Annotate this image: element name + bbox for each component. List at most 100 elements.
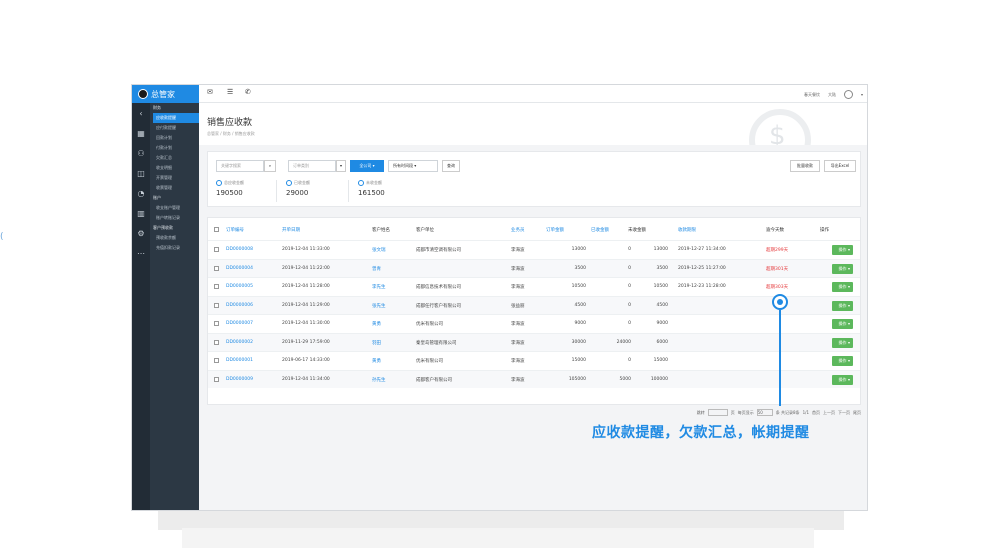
order-amount: 15000 — [571, 358, 586, 363]
shadow — [182, 528, 814, 548]
order-type-select[interactable]: 订单类别 — [288, 160, 336, 172]
row-checkbox[interactable] — [214, 302, 219, 308]
menu-group[interactable]: 财务 — [150, 103, 199, 113]
chevron-down-icon: ▾ — [848, 247, 851, 252]
list-icon[interactable]: ☰ — [227, 88, 233, 96]
gear-icon[interactable]: ⚙ — [132, 223, 150, 243]
sidebar: 总管家 ‹ ▦ ⚇ ◫ ◔ ▥ ⚙ ⋯ 财务 应收款提醒 应付款提醒 回款计划 付款计划… — [132, 85, 199, 510]
export-excel-button[interactable]: 导出Excel — [824, 160, 856, 172]
unreceived-amount: 13000 — [653, 247, 668, 252]
customer-name[interactable]: 黄勇 — [372, 358, 381, 364]
row-checkbox[interactable] — [214, 247, 219, 252]
goto-input[interactable] — [707, 409, 728, 416]
order-id-link[interactable]: DD0000001 — [226, 358, 253, 363]
customer-company: 成都客户有限公司 — [416, 377, 452, 383]
menu-item[interactable]: 收支明细 — [150, 163, 199, 173]
company-select[interactable]: 全公司 ▾ — [350, 160, 384, 172]
customer-name[interactable]: 孙先生 — [372, 377, 386, 383]
customer-name[interactable]: 黄勇 — [372, 321, 381, 327]
stat-received: 已收金额 29000 — [286, 180, 310, 202]
query-button[interactable]: 查询 — [442, 160, 460, 172]
stat-value: 29000 — [286, 189, 309, 197]
order-amount: 13000 — [571, 247, 586, 252]
menu-group[interactable]: 客户预收款 — [150, 223, 199, 233]
order-id-link[interactable]: DD0000005 — [226, 284, 253, 289]
prev-page-link[interactable]: 上一页 — [823, 410, 835, 416]
more-icon[interactable]: ⋯ — [132, 243, 150, 263]
clock-icon[interactable]: ◔ — [132, 183, 150, 203]
column-header[interactable]: 开单日期 — [282, 227, 300, 233]
row-checkbox[interactable] — [214, 358, 219, 363]
column-header[interactable]: 收款期限 — [678, 227, 696, 233]
row-checkbox[interactable] — [214, 321, 219, 326]
menu-item[interactable]: 充值扣款记录 — [150, 243, 199, 253]
menu-item[interactable]: 应付款提醒 — [150, 123, 199, 133]
bar-chart-icon[interactable]: ▥ — [132, 203, 150, 223]
keyword-input[interactable]: 关键字搜索 — [216, 160, 264, 172]
order-id-link[interactable]: DD0000009 — [226, 377, 253, 382]
order-amount: 3500 — [574, 265, 586, 271]
customer-name[interactable]: 张先生 — [372, 303, 386, 309]
menu-item[interactable]: 付款计划 — [150, 143, 199, 153]
menu-item[interactable]: 账户转账记录 — [150, 213, 199, 223]
phone-icon[interactable]: ✆ — [245, 88, 251, 96]
divider — [348, 180, 349, 202]
language[interactable]: 大陆 — [828, 92, 836, 98]
menu-item[interactable]: 开票管理 — [150, 173, 199, 183]
chevron-down-icon[interactable]: ▾ — [336, 160, 346, 172]
row-checkbox[interactable] — [214, 284, 219, 289]
chevron-down-icon[interactable]: ▾ — [861, 92, 863, 97]
column-header[interactable]: 订单金额 — [546, 227, 564, 233]
row-checkbox[interactable] — [214, 265, 219, 271]
row-checkbox[interactable] — [214, 376, 219, 382]
menu-group[interactable]: 账户 — [150, 193, 199, 203]
table-row: DD0000004 2019-12-04 11:22:00 曾青 李海波 3500 0 35… — [208, 258, 860, 277]
order-date: 2019-12-04 11:28:00 — [282, 284, 330, 289]
user-name[interactable]: 春天餐饮 — [804, 92, 820, 98]
search-icon[interactable]: ⌕ — [264, 160, 276, 172]
customer-name[interactable]: 李先生 — [372, 284, 386, 290]
mail-icon[interactable]: ✉ — [207, 88, 213, 96]
select-all-checkbox[interactable] — [214, 227, 219, 232]
menu-item[interactable]: 预收款余额 — [150, 233, 199, 243]
menu-item[interactable]: 回款计划 — [150, 133, 199, 143]
brand[interactable]: 总管家 — [132, 85, 199, 103]
column-header[interactable]: 订单编号 — [226, 227, 244, 233]
customer-name[interactable]: 羽田 — [372, 340, 381, 346]
chart-icon[interactable]: ◫ — [132, 163, 150, 183]
batch-collect-button[interactable]: 批量收款 — [790, 160, 820, 172]
table-row: DD0000002 2019-11-29 17:59:00 羽田 秦皇岛管理有限公司 李… — [208, 332, 860, 351]
customer-name[interactable]: 张文瑞 — [372, 247, 386, 253]
globe-icon[interactable] — [843, 90, 853, 99]
period-select[interactable]: 所有时间段 ▾ — [388, 160, 438, 172]
first-page-link[interactable]: 首页 — [812, 410, 820, 416]
app-window: 总管家 ‹ ▦ ⚇ ◫ ◔ ▥ ⚙ ⋯ 财务 应收款提醒 应付款提醒 回款计划 付款计划… — [131, 84, 868, 511]
column-header[interactable]: 已收金额 — [591, 227, 609, 233]
order-id-link[interactable]: DD0000004 — [226, 266, 253, 271]
order-id-link[interactable]: DD0000002 — [226, 340, 253, 345]
receivables-table: 订单编号 开单日期 客户姓名 客户单位 业务员 订单金额 已收金额 未收金额 收款期限 逾今天数 操… — [207, 217, 861, 405]
calendar-icon[interactable]: ▦ — [132, 123, 150, 143]
column-header[interactable]: 业务员 — [511, 227, 525, 233]
order-id-link[interactable]: DD0000006 — [226, 303, 253, 308]
period-label: 所有时间段 — [393, 163, 413, 168]
order-id-link[interactable]: DD0000007 — [226, 321, 253, 326]
row-checkbox[interactable] — [214, 339, 219, 345]
users-icon[interactable]: ⚇ — [132, 143, 150, 163]
unreceived-amount: 6000 — [656, 339, 668, 345]
chevron-left-icon[interactable]: ‹ — [132, 103, 150, 123]
next-page-link[interactable]: 下一页 — [838, 410, 850, 416]
table-row: DD0000008 2019-12-04 11:33:00 张文瑞 成都市清空调有限公… — [208, 240, 860, 259]
menu-item[interactable]: 收票管理 — [150, 183, 199, 193]
menu-item[interactable]: 欠款汇总 — [150, 153, 199, 163]
menu-item[interactable]: 收支账户管理 — [150, 203, 199, 213]
customer-company: 成都市清空调有限公司 — [416, 248, 461, 253]
table-row: DD0000006 2019-12-04 11:29:00 张先生 成都任行客户有限公… — [208, 295, 860, 314]
callout-line — [779, 310, 781, 406]
per-page-select[interactable]: 50 — [756, 409, 773, 416]
last-page-link[interactable]: 尾页 — [853, 410, 861, 416]
menu-item[interactable]: 应收款提醒 — [153, 113, 199, 123]
customer-name[interactable]: 曾青 — [372, 266, 381, 272]
order-id-link[interactable]: DD0000008 — [226, 247, 253, 252]
chevron-down-icon: ▾ — [848, 321, 851, 326]
